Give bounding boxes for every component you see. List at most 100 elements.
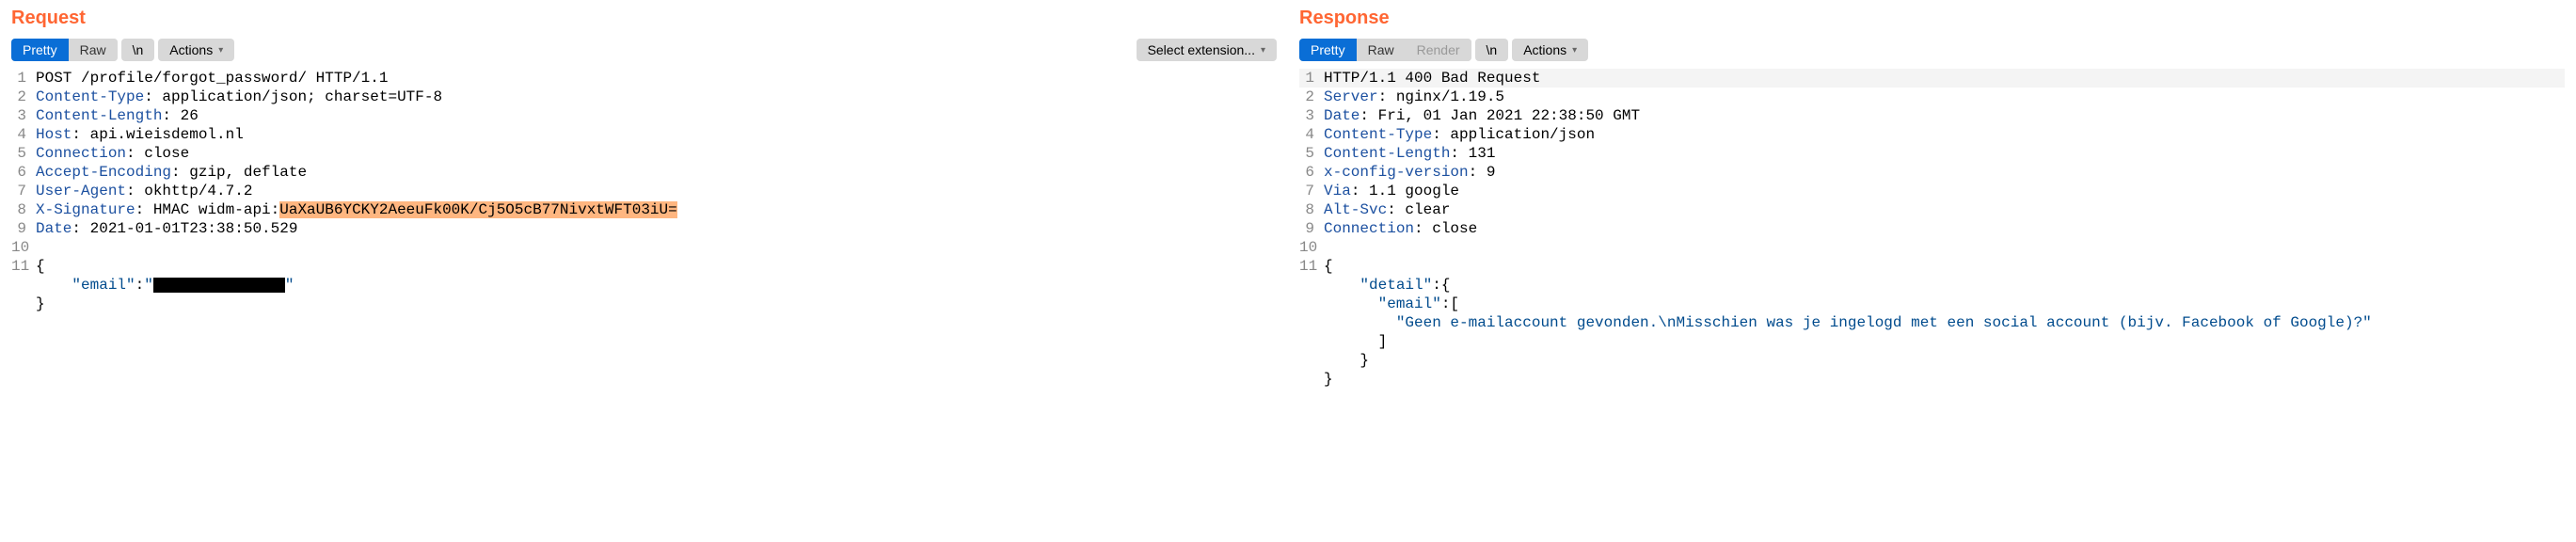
code-content: Accept-Encoding: gzip, deflate: [36, 163, 1277, 182]
code-line[interactable]: 11{: [1299, 257, 2565, 276]
line-number: 11: [11, 257, 36, 276]
code-line[interactable]: ]: [1299, 332, 2565, 351]
code-content: User-Agent: okhttp/4.7.2: [36, 182, 1277, 200]
code-content: Alt-Svc: clear: [1324, 200, 2565, 219]
code-line[interactable]: 6Accept-Encoding: gzip, deflate: [11, 163, 1277, 182]
code-line[interactable]: 10: [11, 238, 1277, 257]
code-line[interactable]: 3Date: Fri, 01 Jan 2021 22:38:50 GMT: [1299, 106, 2565, 125]
code-content: }: [1324, 370, 2565, 389]
line-number: 6: [11, 163, 36, 182]
tab-pretty[interactable]: Pretty: [11, 39, 69, 61]
line-number: 2: [11, 88, 36, 106]
chevron-down-icon: ▾: [1261, 45, 1265, 56]
code-content: Server: nginx/1.19.5: [1324, 88, 2565, 106]
response-editor[interactable]: 1HTTP/1.1 400 Bad Request2Server: nginx/…: [1299, 67, 2565, 389]
code-content: Connection: close: [1324, 219, 2565, 238]
request-editor[interactable]: 1POST /profile/forgot_password/ HTTP/1.1…: [11, 67, 1277, 313]
actions-dropdown[interactable]: Actions ▾: [158, 39, 234, 61]
code-content: Date: Fri, 01 Jan 2021 22:38:50 GMT: [1324, 106, 2565, 125]
line-number: 4: [11, 125, 36, 144]
response-view-tabs: Pretty Raw Render: [1299, 39, 1471, 61]
code-content: "email":[: [1324, 295, 2565, 313]
code-line[interactable]: 9Connection: close: [1299, 219, 2565, 238]
actions-label: Actions: [1523, 42, 1566, 57]
line-number: 8: [1299, 200, 1324, 219]
code-line[interactable]: "detail":{: [1299, 276, 2565, 295]
code-line[interactable]: 8Alt-Svc: clear: [1299, 200, 2565, 219]
code-content: POST /profile/forgot_password/ HTTP/1.1: [36, 69, 1277, 88]
line-number: 6: [1299, 163, 1324, 182]
response-title: Response: [1299, 8, 2565, 29]
code-content: Content-Length: 131: [1324, 144, 2565, 163]
code-content: Content-Length: 26: [36, 106, 1277, 125]
code-content: Host: api.wieisdemol.nl: [36, 125, 1277, 144]
code-content: Via: 1.1 google: [1324, 182, 2565, 200]
code-line[interactable]: "Geen e-mailaccount gevonden.\nMisschien…: [1299, 313, 2565, 332]
code-line[interactable]: "email":[: [1299, 295, 2565, 313]
code-content: Date: 2021-01-01T23:38:50.529: [36, 219, 1277, 238]
code-line[interactable]: 7Via: 1.1 google: [1299, 182, 2565, 200]
select-extension-dropdown[interactable]: Select extension... ▾: [1137, 39, 1277, 61]
code-line[interactable]: }: [1299, 351, 2565, 370]
tab-render[interactable]: Render: [1406, 39, 1471, 61]
line-number: 7: [11, 182, 36, 200]
code-content: "Geen e-mailaccount gevonden.\nMisschien…: [1324, 313, 2565, 332]
code-line[interactable]: 4Host: api.wieisdemol.nl: [11, 125, 1277, 144]
code-line[interactable]: 5Connection: close: [11, 144, 1277, 163]
code-line[interactable]: 1HTTP/1.1 400 Bad Request: [1299, 69, 2565, 88]
code-content: {: [1324, 257, 2565, 276]
code-line[interactable]: 10: [1299, 238, 2565, 257]
line-number: 3: [1299, 106, 1324, 125]
code-content: }: [1324, 351, 2565, 370]
line-number: 2: [1299, 88, 1324, 106]
code-line[interactable]: 2Content-Type: application/json; charset…: [11, 88, 1277, 106]
tab-raw[interactable]: Raw: [69, 39, 118, 61]
response-toolbar: Pretty Raw Render \n Actions ▾: [1299, 39, 2565, 61]
line-number: 9: [1299, 219, 1324, 238]
code-line[interactable]: 3Content-Length: 26: [11, 106, 1277, 125]
code-content: }: [36, 295, 1277, 313]
code-line[interactable]: 1POST /profile/forgot_password/ HTTP/1.1: [11, 69, 1277, 88]
chevron-down-icon: ▾: [218, 45, 223, 56]
code-content: Content-Type: application/json: [1324, 125, 2565, 144]
code-line[interactable]: 4Content-Type: application/json: [1299, 125, 2565, 144]
actions-dropdown[interactable]: Actions ▾: [1512, 39, 1588, 61]
line-number: 4: [1299, 125, 1324, 144]
line-number: 1: [11, 69, 36, 88]
actions-label: Actions: [169, 42, 213, 57]
code-content: ]: [1324, 332, 2565, 351]
code-content: {: [36, 257, 1277, 276]
request-title: Request: [11, 8, 1277, 29]
code-line[interactable]: "email":" ": [11, 276, 1277, 295]
code-line[interactable]: }: [1299, 370, 2565, 389]
line-number: 9: [11, 219, 36, 238]
request-panel: Request Pretty Raw \n Actions ▾ Select e…: [0, 0, 1288, 396]
line-number: 5: [11, 144, 36, 163]
code-line[interactable]: 8X-Signature: HMAC widm-api:UaXaUB6YCKY2…: [11, 200, 1277, 219]
select-extension-label: Select extension...: [1148, 42, 1255, 57]
code-line[interactable]: 6x-config-version: 9: [1299, 163, 2565, 182]
code-line[interactable]: 5Content-Length: 131: [1299, 144, 2565, 163]
chevron-down-icon: ▾: [1572, 45, 1577, 56]
code-line[interactable]: }: [11, 295, 1277, 313]
newline-toggle-button[interactable]: \n: [1475, 39, 1509, 61]
tab-raw[interactable]: Raw: [1357, 39, 1406, 61]
code-line[interactable]: 2Server: nginx/1.19.5: [1299, 88, 2565, 106]
code-line[interactable]: 9Date: 2021-01-01T23:38:50.529: [11, 219, 1277, 238]
line-number: 1: [1299, 69, 1324, 88]
line-number: 3: [11, 106, 36, 125]
code-content: X-Signature: HMAC widm-api:UaXaUB6YCKY2A…: [36, 200, 1277, 219]
code-content: Content-Type: application/json; charset=…: [36, 88, 1277, 106]
code-content: "email":" ": [36, 276, 1277, 295]
request-view-tabs: Pretty Raw: [11, 39, 118, 61]
line-number: 10: [1299, 238, 1324, 257]
line-number: 11: [1299, 257, 1324, 276]
request-toolbar: Pretty Raw \n Actions ▾ Select extension…: [11, 39, 1277, 61]
code-line[interactable]: 7User-Agent: okhttp/4.7.2: [11, 182, 1277, 200]
line-number: 7: [1299, 182, 1324, 200]
response-panel: Response Pretty Raw Render \n Actions ▾ …: [1288, 0, 2576, 396]
line-number: 5: [1299, 144, 1324, 163]
code-line[interactable]: 11{: [11, 257, 1277, 276]
tab-pretty[interactable]: Pretty: [1299, 39, 1357, 61]
newline-toggle-button[interactable]: \n: [121, 39, 155, 61]
